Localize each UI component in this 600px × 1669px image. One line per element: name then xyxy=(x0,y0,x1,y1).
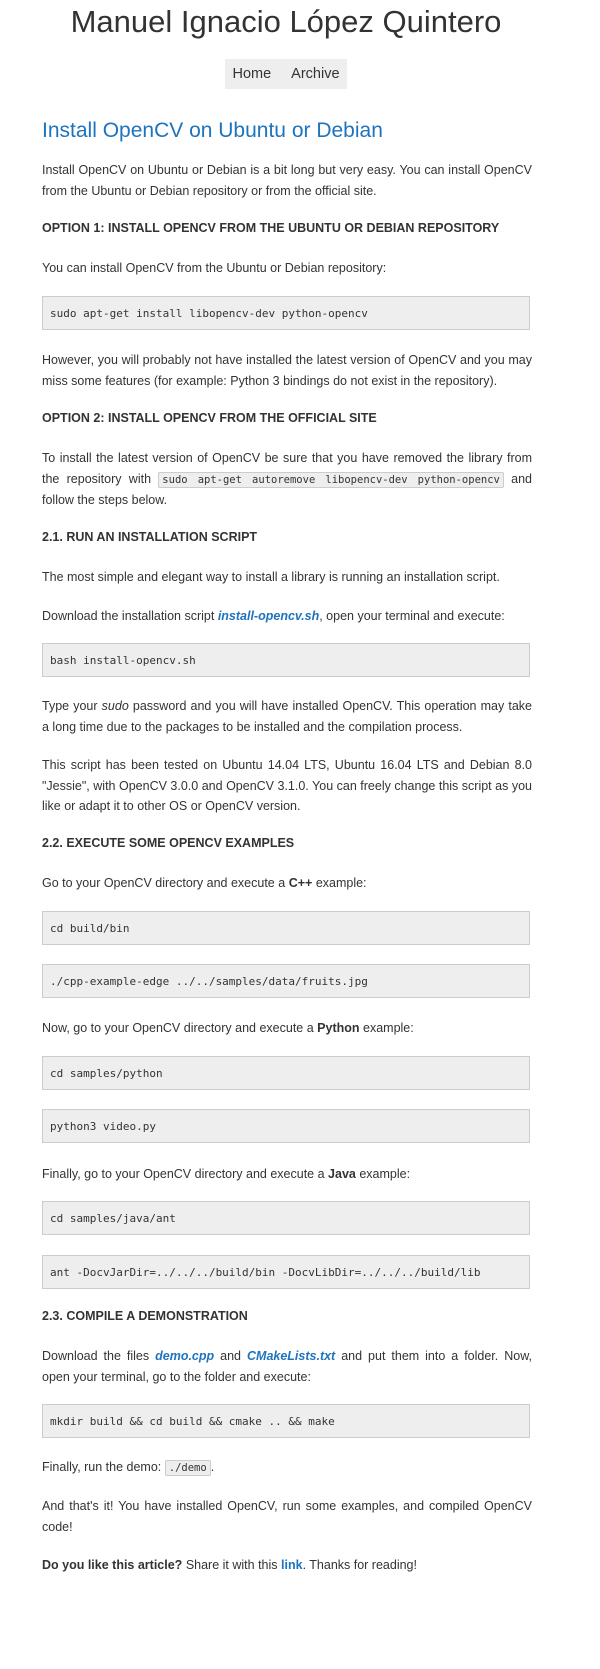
cmakelists-link[interactable]: CMakeLists.txt xyxy=(247,1349,335,1363)
download-demo-text: Download the files demo.cpp and CMakeLis… xyxy=(42,1346,532,1387)
java-text-end: example: xyxy=(359,1167,411,1181)
cpp-text-end: example: xyxy=(315,876,367,890)
share-question: Do you like this article? xyxy=(42,1558,183,1572)
share-text-end: . Thanks for reading! xyxy=(302,1558,417,1572)
run-demo-start: Finally, run the demo: xyxy=(42,1460,162,1474)
python-example-text: Now, go to your OpenCV directory and exe… xyxy=(42,1018,532,1039)
section-2-1-text: The most simple and elegant way to insta… xyxy=(42,570,500,584)
sudo-text-start: Type your xyxy=(42,699,98,713)
option1-heading: OPTION 1: INSTALL OPENCV FROM THE UBUNTU… xyxy=(42,221,500,235)
download-script-end: , open your terminal and execute: xyxy=(319,609,505,623)
run-demo-text: Finally, run the demo: ./demo. xyxy=(42,1457,532,1479)
section-2-1-heading: 2.1. RUN AN INSTALLATION SCRIPT xyxy=(42,530,258,544)
intro-paragraph: Install OpenCV on Ubuntu or Debian is a … xyxy=(42,163,532,198)
java-text-start: Finally, go to your OpenCV directory and… xyxy=(42,1167,325,1181)
nav-archive[interactable]: Archive xyxy=(291,66,339,82)
code-block: python3 video.py xyxy=(42,1109,530,1143)
sudo-emphasis: sudo xyxy=(101,699,129,713)
run-demo-end: . xyxy=(210,1460,215,1474)
code-block: bash install-opencv.sh xyxy=(42,643,530,677)
option2-heading: OPTION 2: INSTALL OPENCV FROM THE OFFICI… xyxy=(42,411,377,425)
code-block: cd samples/java/ant xyxy=(42,1201,530,1235)
share-text: Do you like this article? Share it with … xyxy=(42,1555,532,1576)
option2-text: To install the latest version of OpenCV … xyxy=(42,448,532,511)
inline-code: sudo apt-get autoremove libopencv-dev py… xyxy=(158,471,504,488)
cpp-text-start: Go to your OpenCV directory and execute … xyxy=(42,876,286,890)
code-block: mkdir build && cd build && cmake .. && m… xyxy=(42,1404,530,1438)
download-script-start: Download the installation script xyxy=(42,609,215,623)
demo-cpp-link[interactable]: demo.cpp xyxy=(155,1349,214,1363)
main-nav: Home Archive xyxy=(225,59,347,89)
python-label: Python xyxy=(317,1021,360,1035)
install-script-link[interactable]: install-opencv.sh xyxy=(218,609,319,623)
java-label: Java xyxy=(328,1167,356,1181)
site-title: Manuel Ignacio López Quintero xyxy=(70,4,502,39)
code-block: ant -DocvJarDir=../../../build/bin -Docv… xyxy=(42,1255,530,1289)
page: Manuel Ignacio López Quintero Home Archi… xyxy=(0,0,600,1669)
java-example-text: Finally, go to your OpenCV directory and… xyxy=(42,1164,532,1185)
inline-code: ./demo xyxy=(164,1460,211,1476)
python-text-end: example: xyxy=(363,1021,414,1035)
code-block: cd samples/python xyxy=(42,1056,530,1090)
code-block: cd build/bin xyxy=(42,911,530,945)
python-text-start: Now, go to your OpenCV directory and exe… xyxy=(42,1021,314,1035)
sudo-password-text: Type your sudo password and you will hav… xyxy=(42,696,532,737)
tested-text: This script has been tested on Ubuntu 14… xyxy=(42,758,532,813)
cpp-label: C++ xyxy=(288,876,313,890)
share-link[interactable]: link xyxy=(281,1558,303,1572)
share-text-start: Share it with this xyxy=(185,1558,278,1572)
cpp-example-text: Go to your OpenCV directory and execute … xyxy=(42,873,532,894)
section-2-2-heading: 2.2. EXECUTE SOME OPENCV EXAMPLES xyxy=(42,836,295,850)
outro-text: And that's it! You have installed OpenCV… xyxy=(42,1499,532,1534)
article-title: Install OpenCV on Ubuntu or Debian xyxy=(42,119,383,142)
download-script-text: Download the installation script install… xyxy=(42,606,532,627)
option1-note: However, you will probably not have inst… xyxy=(42,353,532,388)
code-block: sudo apt-get install libopencv-dev pytho… xyxy=(42,296,530,330)
code-block: ./cpp-example-edge ../../samples/data/fr… xyxy=(42,964,530,998)
download-demo-start: Download the files xyxy=(42,1349,150,1363)
option1-text: You can install OpenCV from the Ubuntu o… xyxy=(42,261,387,275)
nav-home[interactable]: Home xyxy=(232,66,271,82)
section-2-3-heading: 2.3. COMPILE A DEMONSTRATION xyxy=(42,1309,248,1323)
download-demo-and: and xyxy=(220,1349,242,1363)
